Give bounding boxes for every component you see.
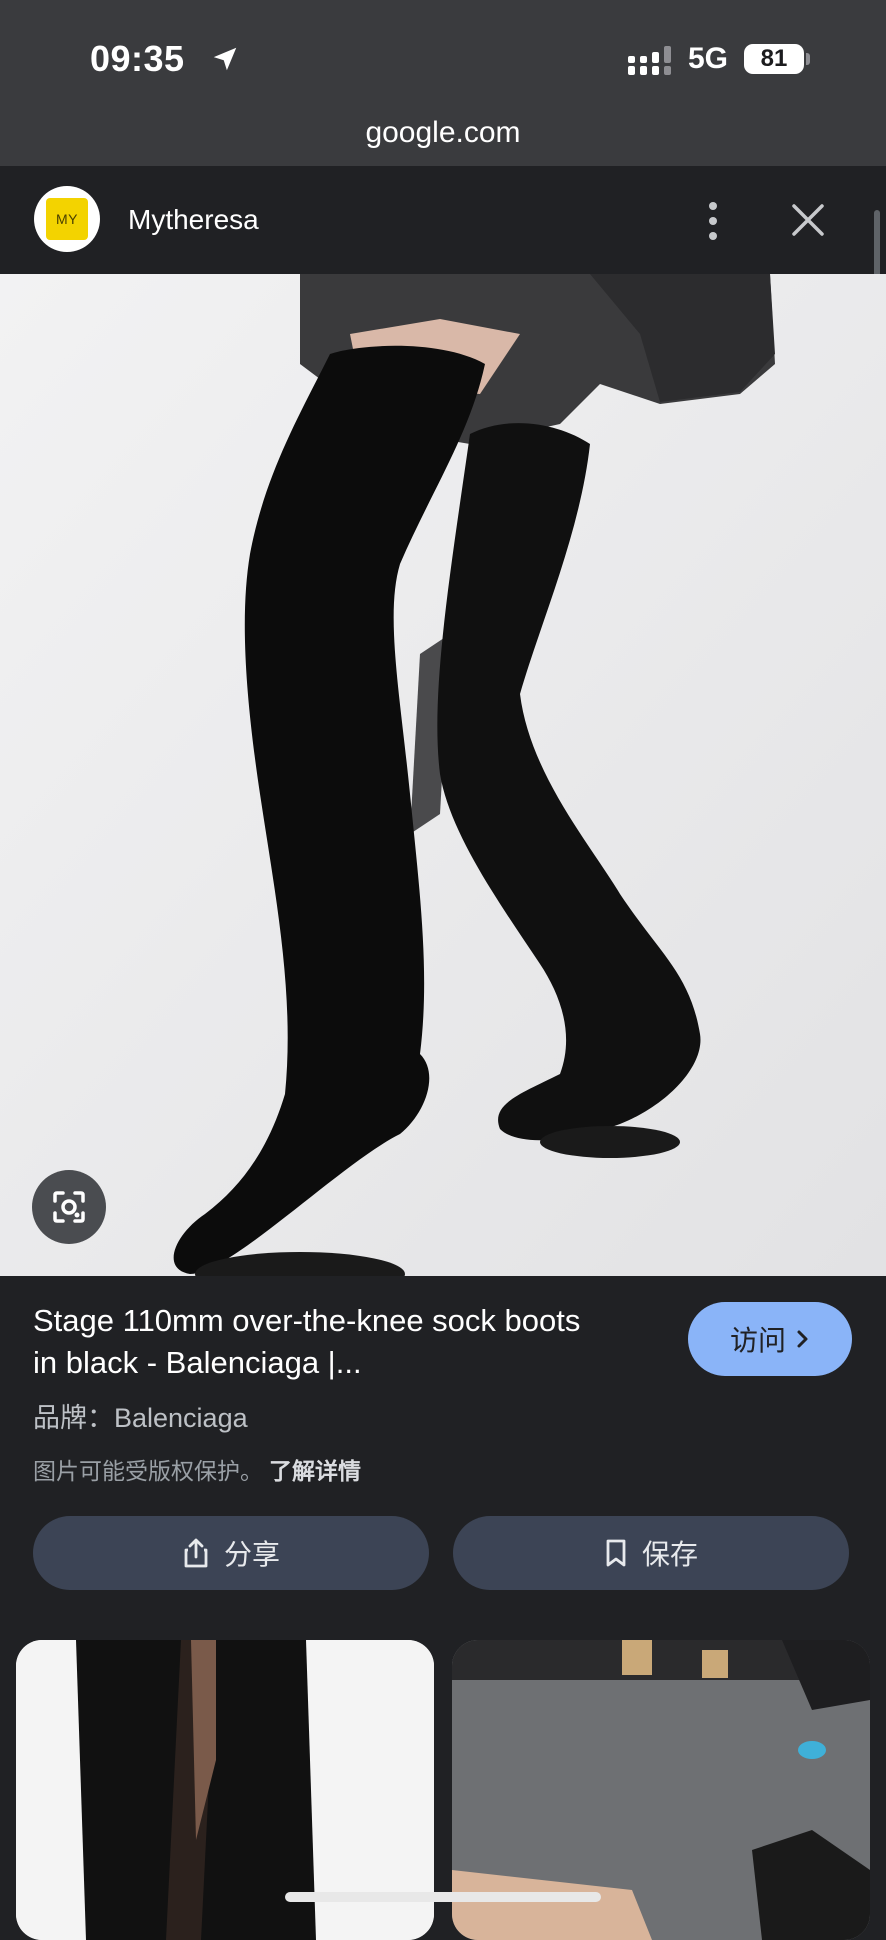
site-logo[interactable]: MY <box>34 186 100 252</box>
learn-more-link[interactable]: 了解详情 <box>269 1458 361 1484</box>
clock: 09:35 <box>90 38 185 79</box>
product-image[interactable] <box>0 274 886 1276</box>
visit-button[interactable]: 访问 <box>688 1302 852 1376</box>
close-icon[interactable] <box>790 202 826 238</box>
lens-icon <box>53 1191 85 1223</box>
battery-tip <box>806 53 810 65</box>
home-indicator[interactable] <box>285 1892 601 1902</box>
brand-line: 品牌：Balenciaga <box>33 1396 248 1435</box>
save-button[interactable]: 保存 <box>453 1516 849 1590</box>
location-arrow-icon <box>213 47 237 71</box>
battery-indicator: 81 <box>744 44 804 74</box>
chevron-right-icon <box>797 1330 808 1348</box>
result-title[interactable]: Stage 110mm over-the-knee sock boots in … <box>33 1300 593 1384</box>
signal-icon <box>628 46 671 75</box>
brand-value: Balenciaga <box>114 1403 248 1433</box>
url-bar[interactable]: google.com <box>0 116 886 150</box>
network-type: 5G <box>688 42 729 75</box>
site-name[interactable]: Mytheresa <box>128 204 259 236</box>
site-header: MY Mytheresa <box>0 166 886 274</box>
save-label: 保存 <box>641 1539 698 1570</box>
share-button[interactable]: 分享 <box>33 1516 429 1590</box>
share-icon <box>184 1538 208 1568</box>
lens-search-button[interactable] <box>32 1170 106 1244</box>
brand-label: 品牌： <box>33 1403 114 1433</box>
site-logo-mark: MY <box>46 198 88 240</box>
visit-label: 访问 <box>729 1325 786 1356</box>
bookmark-icon <box>606 1539 626 1567</box>
more-vert-icon[interactable] <box>700 200 726 242</box>
status-bar: 09:35 5G 81 google.com <box>0 0 886 166</box>
copyright-text: 图片可能受版权保护。 <box>33 1458 263 1484</box>
boots-illustration <box>0 274 886 1276</box>
copyright-notice: 图片可能受版权保护。 了解详情 <box>33 1452 361 1486</box>
share-label: 分享 <box>223 1539 280 1570</box>
